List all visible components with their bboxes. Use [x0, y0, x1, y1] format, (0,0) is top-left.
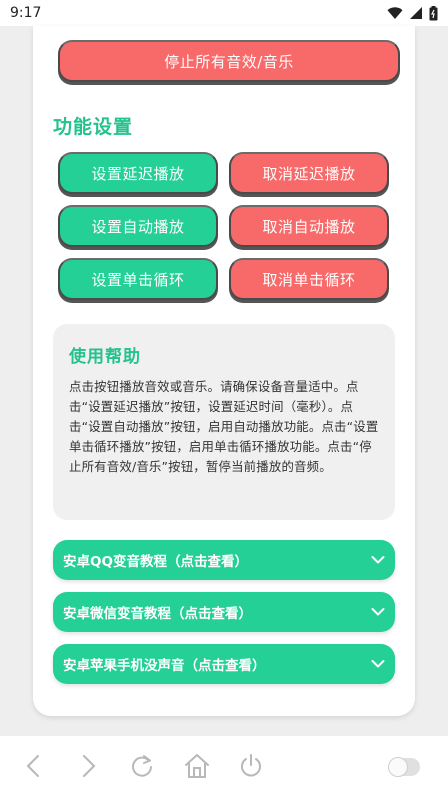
- tutorial-apple-label: 安卓苹果手机没声音（点击查看）: [63, 658, 266, 674]
- battery-icon: [429, 5, 438, 21]
- home-icon[interactable]: [183, 752, 211, 780]
- signal-icon: [409, 6, 423, 20]
- cancel-loop-button[interactable]: 取消单击循环: [229, 258, 389, 300]
- cancel-delay-button[interactable]: 取消延迟播放: [229, 152, 389, 194]
- toggle-knob: [388, 757, 408, 777]
- tutorial-wechat-label: 安卓微信变音教程（点击查看）: [63, 606, 252, 622]
- chevron-down-icon: [371, 659, 385, 669]
- help-text: 点击按钮播放音效或音乐。请确保设备音量适中。点击“设置延迟播放”按钮，设置延迟时…: [69, 379, 379, 474]
- chevron-down-icon: [371, 555, 385, 565]
- chevron-down-icon: [371, 607, 385, 617]
- back-icon[interactable]: [22, 752, 46, 780]
- cancel-auto-button[interactable]: 取消自动播放: [229, 205, 389, 247]
- help-panel: 使用帮助 点击按钮播放音效或音乐。请确保设备音量适中。点击“设置延迟播放”按钮，…: [53, 324, 395, 520]
- status-bar: 9:17: [0, 0, 448, 26]
- set-delay-button[interactable]: 设置延迟播放: [58, 152, 218, 194]
- tutorial-qq-label: 安卓QQ变音教程（点击查看）: [63, 554, 248, 570]
- bottom-nav: [0, 736, 448, 796]
- set-auto-button[interactable]: 设置自动播放: [58, 205, 218, 247]
- tutorial-apple[interactable]: 安卓苹果手机没声音（点击查看）: [53, 644, 395, 684]
- wifi-icon: [387, 6, 403, 20]
- tutorial-wechat[interactable]: 安卓微信变音教程（点击查看）: [53, 592, 395, 632]
- stop-all-button[interactable]: 停止所有音效/音乐: [58, 40, 400, 82]
- settings-title: 功能设置: [53, 116, 134, 138]
- mode-toggle[interactable]: [388, 757, 420, 777]
- help-title: 使用帮助: [69, 347, 141, 367]
- status-time: 9:17: [10, 5, 42, 21]
- power-icon[interactable]: [238, 752, 264, 780]
- main-card: 停止所有音效/音乐 功能设置 设置延迟播放 取消延迟播放 设置自动播放 取消自动…: [33, 26, 415, 716]
- refresh-icon[interactable]: [129, 752, 155, 780]
- tutorial-qq[interactable]: 安卓QQ变音教程（点击查看）: [53, 540, 395, 580]
- set-loop-button[interactable]: 设置单击循环: [58, 258, 218, 300]
- forward-icon[interactable]: [76, 752, 100, 780]
